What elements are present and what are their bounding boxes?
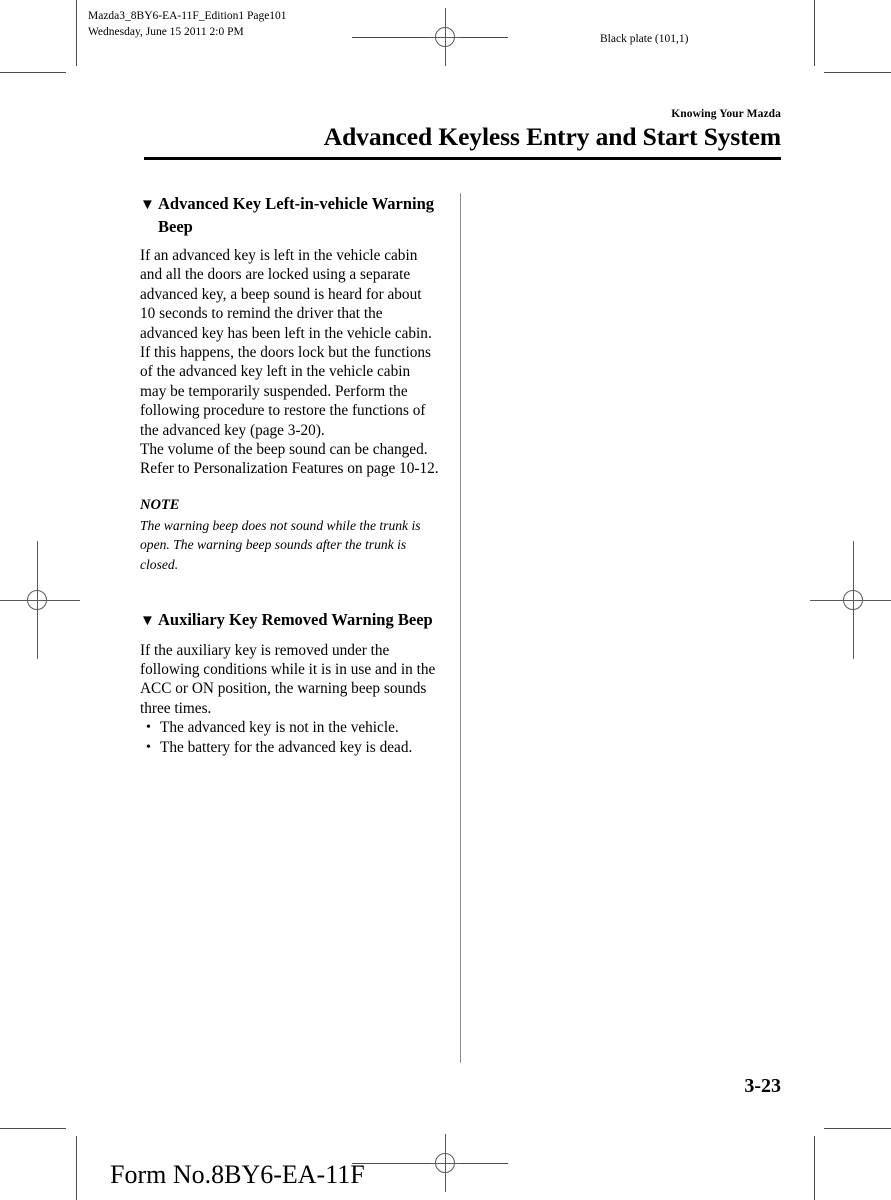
registration-mark-left <box>0 541 80 659</box>
triangle-bullet-icon: ▼ <box>140 612 155 629</box>
column-divider <box>460 193 461 1063</box>
section1-paragraph-2: The volume of the beep sound can be chan… <box>140 441 428 459</box>
registration-ring <box>843 590 863 610</box>
print-slug-left: Mazda3_8BY6-EA-11F_Edition1 Page101 Wedn… <box>88 8 287 40</box>
triangle-bullet-icon: ▼ <box>140 197 155 213</box>
trim-mark-bottom-right-horizontal <box>824 1128 891 1129</box>
section-heading-auxiliary-key-removed: ▼ Auxiliary Key Removed Warning Beep <box>140 609 440 632</box>
registration-ring <box>435 27 455 47</box>
note-text: The warning beep does not sound while th… <box>140 517 421 573</box>
registration-mark-right <box>810 541 891 659</box>
registration-ring <box>27 590 47 610</box>
trim-mark-top-right-vertical <box>814 0 815 66</box>
page-number: 3-23 <box>744 1075 781 1097</box>
running-head: Knowing Your Mazda <box>671 108 781 120</box>
list-item: • The advanced key is not in the vehicle. <box>140 718 440 738</box>
section-heading-label: Auxiliary Key Removed Warning Beep <box>158 609 433 629</box>
list-item-label: The advanced key is not in the vehicle. <box>160 719 399 737</box>
registration-rule-top-left <box>352 37 430 38</box>
trim-mark-top-left-vertical <box>76 0 77 66</box>
section-heading-advanced-key-left-in-vehicle: ▼ Advanced Key Left-in-vehicle Warning Be… <box>140 193 440 237</box>
registration-mark-top <box>416 8 474 66</box>
page-title: Advanced Keyless Entry and Start System <box>323 122 781 151</box>
list-item-label: The battery for the advanced key is dead… <box>160 738 413 756</box>
trim-mark-bottom-left-horizontal <box>0 1128 66 1129</box>
content-column-left: ▼ Advanced Key Left-in-vehicle Warning Be… <box>140 193 440 757</box>
section1-paragraph-1: If an advanced key is left in the vehicl… <box>140 247 432 439</box>
section-heading-label: Advanced Key Left-in-vehicle Warning Bee… <box>158 194 435 236</box>
section2-paragraph-1: If the auxiliary key is removed under th… <box>140 641 436 717</box>
trim-mark-top-left-horizontal <box>0 72 66 73</box>
bullet-dot-icon: • <box>146 739 151 755</box>
form-number: Form No.8BY6-EA-11F <box>110 1160 365 1189</box>
list-item: • The battery for the advanced key is dea… <box>140 738 440 758</box>
note-label: NOTE <box>140 496 180 513</box>
bullet-dot-icon: • <box>146 720 151 736</box>
registration-rule-top-right <box>460 37 508 38</box>
registration-mark-bottom <box>416 1134 474 1192</box>
trim-mark-top-right-horizontal <box>824 72 891 73</box>
section1-paragraph-3: Refer to Personalization Features on pag… <box>140 460 439 478</box>
registration-ring <box>435 1153 455 1173</box>
print-slug-file: Mazda3_8BY6-EA-11F_Edition1 Page101 <box>88 10 287 22</box>
section2-bullet-list: • The advanced key is not in the vehicle.… <box>140 718 440 757</box>
registration-rule-bottom-right <box>460 1163 508 1164</box>
print-slug-timestamp: Wednesday, June 15 2011 2:0 PM <box>88 26 244 38</box>
manual-page: Mazda3_8BY6-EA-11F_Edition1 Page101 Wedn… <box>0 0 891 1200</box>
trim-mark-bottom-right-vertical <box>814 1136 815 1200</box>
title-rule <box>144 157 781 160</box>
trim-mark-bottom-left-vertical <box>76 1136 77 1200</box>
print-slug-plate: Black plate (101,1) <box>600 33 689 45</box>
